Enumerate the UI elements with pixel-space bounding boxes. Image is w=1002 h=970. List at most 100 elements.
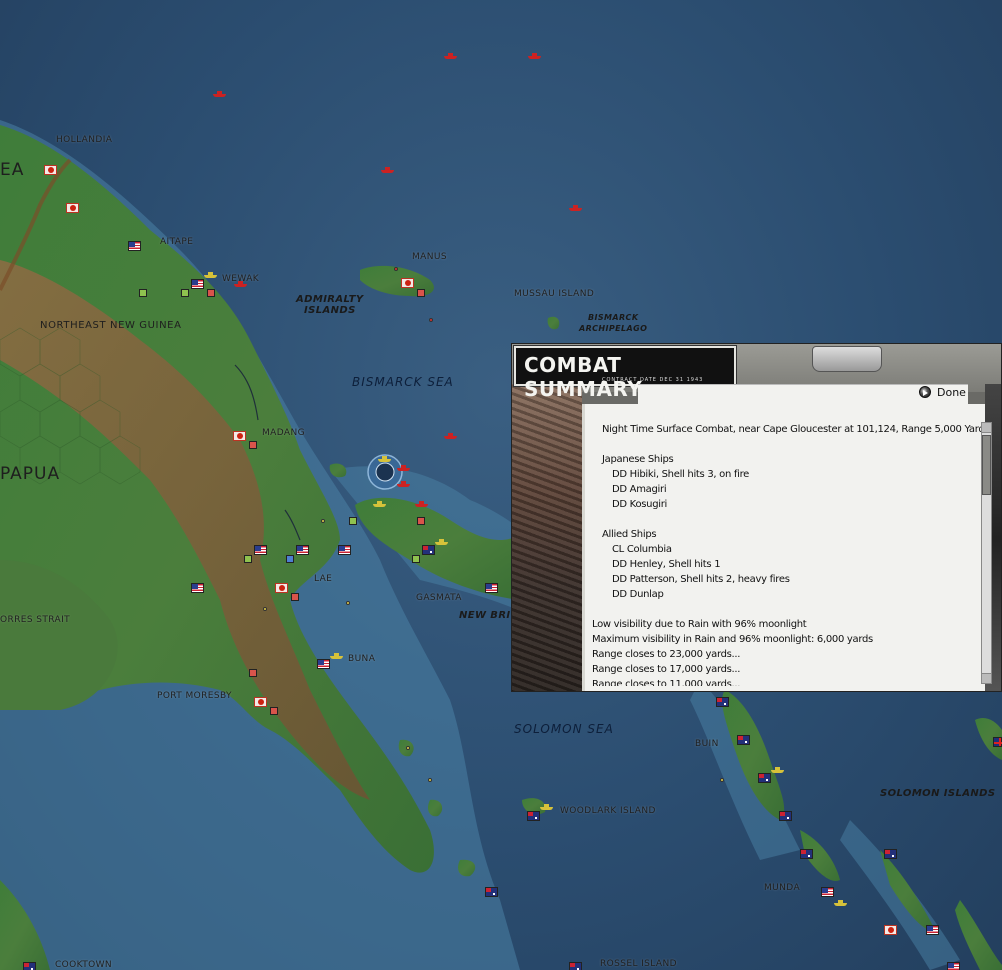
combat-log-line: DD Henley, Shell hits 1 bbox=[612, 559, 721, 570]
japanese-unit-flag[interactable] bbox=[401, 278, 414, 288]
japanese-task-force-icon[interactable] bbox=[528, 53, 541, 59]
sea-label-bismarck-sea: BISMARCK SEA bbox=[352, 375, 454, 389]
japanese-task-force-icon[interactable] bbox=[381, 167, 394, 173]
us-unit-flag[interactable] bbox=[254, 545, 267, 555]
japanese-task-force-icon[interactable] bbox=[444, 53, 457, 59]
town-label-rossel-island[interactable]: ROSSEL ISLAND bbox=[600, 959, 677, 969]
town-label-manus[interactable]: MANUS bbox=[412, 252, 447, 262]
australian-unit-flag[interactable] bbox=[569, 962, 582, 970]
allied-base[interactable] bbox=[181, 289, 189, 297]
town-label-buin[interactable]: BUIN bbox=[695, 739, 719, 749]
allied-base[interactable] bbox=[244, 555, 252, 563]
australian-unit-flag[interactable] bbox=[527, 811, 540, 821]
japanese-task-force-icon[interactable] bbox=[569, 205, 582, 211]
japanese-unit-flag[interactable] bbox=[254, 697, 267, 707]
allied-task-force-icon[interactable] bbox=[330, 653, 343, 659]
us-unit-flag[interactable] bbox=[338, 545, 351, 555]
region-label-northeast-new-guinea: NORTHEAST NEW GUINEA bbox=[40, 320, 182, 331]
australian-unit-flag[interactable] bbox=[23, 962, 36, 970]
region-label-bismarck: BISMARCK bbox=[588, 313, 639, 322]
town-label-buna[interactable]: BUNA bbox=[348, 654, 375, 664]
selected-task-force-icon[interactable] bbox=[378, 456, 391, 462]
uk-unit-flag[interactable] bbox=[993, 737, 1002, 747]
arrow-right-icon bbox=[919, 386, 931, 398]
combat-log[interactable]: Night Time Surface Combat, near Cape Glo… bbox=[592, 422, 984, 686]
japanese-task-force-icon[interactable] bbox=[415, 501, 428, 507]
japanese-base[interactable] bbox=[249, 441, 257, 449]
japanese-task-force-icon[interactable] bbox=[397, 481, 410, 487]
japanese-unit-flag[interactable] bbox=[66, 203, 79, 213]
scroll-down-arrow-icon[interactable] bbox=[982, 673, 991, 683]
allied-task-force-icon[interactable] bbox=[771, 767, 784, 773]
japanese-base[interactable] bbox=[417, 517, 425, 525]
japanese-unit-flag[interactable] bbox=[275, 583, 288, 593]
town-label-aitape[interactable]: AITAPE bbox=[160, 237, 193, 247]
japanese-task-force-icon[interactable] bbox=[444, 433, 457, 439]
town-label-gasmata[interactable]: GASMATA bbox=[416, 593, 462, 603]
allied-task-force-icon[interactable] bbox=[435, 539, 448, 545]
town-label-torres-strait: ORRES STRAIT bbox=[0, 615, 71, 625]
australian-unit-flag[interactable] bbox=[884, 849, 897, 859]
map-dot bbox=[263, 607, 267, 611]
town-label-mussau-island[interactable]: MUSSAU ISLAND bbox=[514, 289, 594, 299]
done-button-label: Done bbox=[937, 386, 966, 399]
allied-task-force-icon[interactable] bbox=[204, 272, 217, 278]
done-button[interactable]: Done bbox=[917, 384, 977, 402]
scroll-up-arrow-icon[interactable] bbox=[982, 423, 991, 433]
log-scrollbar[interactable] bbox=[981, 422, 992, 684]
us-unit-flag[interactable] bbox=[296, 545, 309, 555]
japanese-base[interactable] bbox=[207, 289, 215, 297]
australian-unit-flag[interactable] bbox=[737, 735, 750, 745]
australian-unit-flag[interactable] bbox=[485, 887, 498, 897]
combat-log-line bbox=[592, 512, 984, 527]
australian-unit-flag[interactable] bbox=[779, 811, 792, 821]
japanese-unit-flag[interactable] bbox=[884, 925, 897, 935]
australian-unit-flag[interactable] bbox=[422, 545, 435, 555]
australian-unit-flag[interactable] bbox=[716, 697, 729, 707]
town-label-port-moresby[interactable]: PORT MORESBY bbox=[157, 691, 232, 701]
map-dot bbox=[321, 519, 325, 523]
combat-log-line bbox=[592, 437, 984, 452]
town-label-hollandia[interactable]: HOLLANDIA bbox=[56, 135, 112, 145]
japanese-base[interactable] bbox=[291, 593, 299, 601]
allied-task-force-icon[interactable] bbox=[373, 501, 386, 507]
us-unit-flag[interactable] bbox=[191, 583, 204, 593]
combat-log-line: Low visibility due to Rain with 96% moon… bbox=[592, 619, 807, 630]
town-label-lae[interactable]: LAE bbox=[314, 574, 332, 584]
allied-base[interactable] bbox=[349, 517, 357, 525]
town-label-woodlark-island[interactable]: WOODLARK ISLAND bbox=[560, 806, 656, 816]
us-unit-flag[interactable] bbox=[317, 659, 330, 669]
allied-task-force-icon[interactable] bbox=[834, 900, 847, 906]
map-dot bbox=[429, 318, 433, 322]
town-label-munda[interactable]: MUNDA bbox=[764, 883, 800, 893]
town-label-cooktown[interactable]: COOKTOWN bbox=[55, 960, 112, 970]
sea-label-solomon-sea: SOLOMON SEA bbox=[514, 722, 614, 736]
us-unit-flag[interactable] bbox=[926, 925, 939, 935]
japanese-base[interactable] bbox=[249, 669, 257, 677]
us-unit-flag[interactable] bbox=[191, 279, 204, 289]
allied-base[interactable] bbox=[139, 289, 147, 297]
combat-log-line: DD Dunlap bbox=[612, 589, 664, 600]
scroll-thumb[interactable] bbox=[982, 435, 991, 495]
map-dot bbox=[346, 601, 350, 605]
town-label-madang[interactable]: MADANG bbox=[262, 428, 305, 438]
japanese-task-force-icon[interactable] bbox=[397, 465, 410, 471]
australian-unit-flag[interactable] bbox=[758, 773, 771, 783]
us-unit-flag[interactable] bbox=[485, 583, 498, 593]
us-unit-flag[interactable] bbox=[128, 241, 141, 251]
allied-airbase[interactable] bbox=[286, 555, 294, 563]
japanese-task-force-icon[interactable] bbox=[213, 91, 226, 97]
combat-log-line bbox=[592, 602, 984, 617]
australian-unit-flag[interactable] bbox=[800, 849, 813, 859]
combat-log-line: DD Kosugiri bbox=[612, 499, 668, 510]
allied-task-force-icon[interactable] bbox=[540, 804, 553, 810]
allied-base[interactable] bbox=[412, 555, 420, 563]
japanese-unit-flag[interactable] bbox=[233, 431, 246, 441]
us-unit-flag[interactable] bbox=[947, 962, 960, 970]
japanese-base[interactable] bbox=[270, 707, 278, 715]
region-label-solomon-islands: SOLOMON ISLANDS bbox=[880, 788, 996, 799]
japanese-task-force-icon[interactable] bbox=[234, 281, 247, 287]
japanese-unit-flag[interactable] bbox=[44, 165, 57, 175]
us-unit-flag[interactable] bbox=[821, 887, 834, 897]
japanese-base[interactable] bbox=[417, 289, 425, 297]
